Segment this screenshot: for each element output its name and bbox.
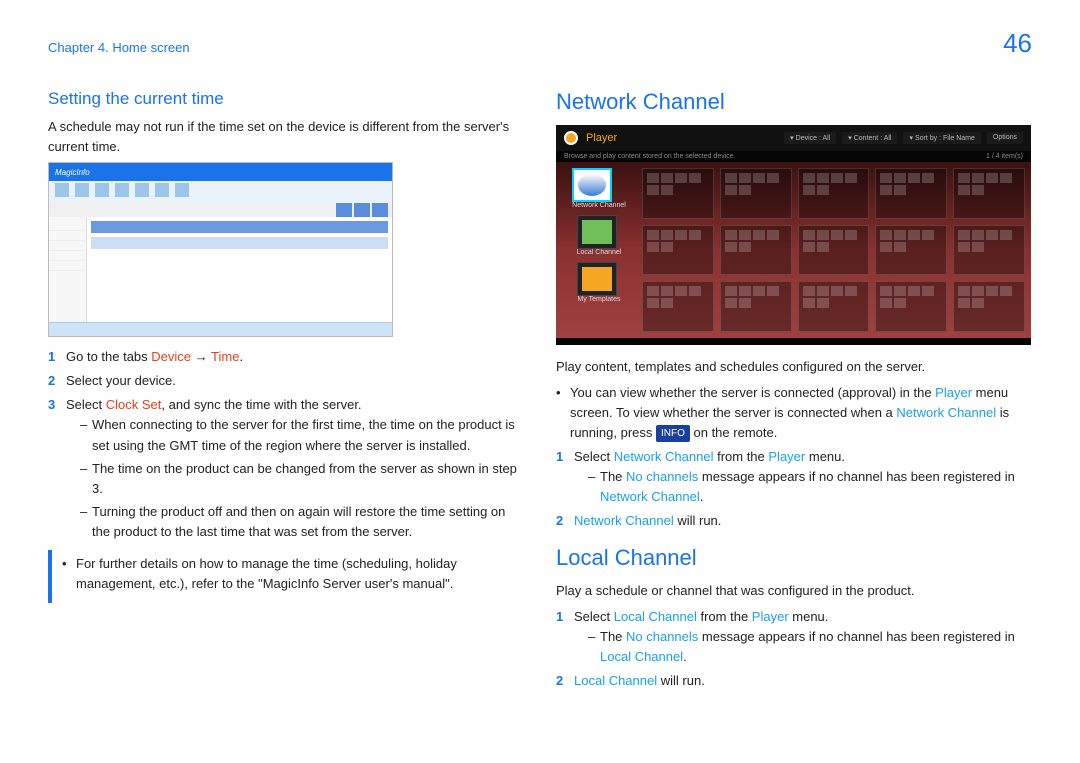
loc-step-2: Local Channel will run. <box>556 671 1032 691</box>
step-3: Select Clock Set, and sync the time with… <box>48 395 524 542</box>
loc-intro: Play a schedule or channel that was conf… <box>556 581 1032 601</box>
thumb-my-templates[interactable] <box>577 262 617 296</box>
chapter-label: Chapter 4. Home screen <box>48 40 190 55</box>
loc-step-1: Select Local Channel from the Player men… <box>556 607 1032 667</box>
net-step-2: Network Channel will run. <box>556 511 1032 531</box>
filter-content[interactable]: ▾ Content : All <box>842 132 897 144</box>
player-title: Player <box>586 132 617 144</box>
player-screenshot: Player ▾ Device : All ▾ Content : All ▾ … <box>556 125 1031 345</box>
note-callout: For further details on how to manage the… <box>48 550 524 602</box>
net-bullet-1: You can view whether the server is conne… <box>556 383 1032 443</box>
magicinfo-screenshot: MagicInfo <box>48 162 393 337</box>
info-badge: INFO <box>656 425 690 443</box>
player-icon <box>564 131 578 145</box>
filter-sort[interactable]: ▾ Sort by : File Name <box>903 132 980 144</box>
net-step-1: Select Network Channel from the Player m… <box>556 447 1032 507</box>
page-number: 46 <box>1003 28 1032 59</box>
step-2: Select your device. <box>48 371 524 391</box>
heading-local-channel: Local Channel <box>556 545 1032 571</box>
step-1: Go to the tabs Device → Time. <box>48 347 524 367</box>
options-button[interactable]: Options <box>987 132 1023 144</box>
net-intro: Play content, templates and schedules co… <box>556 357 1032 377</box>
thumb-local-channel[interactable] <box>577 215 617 249</box>
heading-network-channel: Network Channel <box>556 89 1032 115</box>
intro-text: A schedule may not run if the time set o… <box>48 117 524 156</box>
step-3-sub-1: When connecting to the server for the fi… <box>80 415 524 455</box>
heading-setting-time: Setting the current time <box>48 89 524 109</box>
step-3-sub-2: The time on the product can be changed f… <box>80 459 524 499</box>
loc-step-1-sub: The No channels message appears if no ch… <box>588 627 1032 667</box>
thumb-network-channel[interactable] <box>572 168 612 202</box>
net-step-1-sub: The No channels message appears if no ch… <box>588 467 1032 507</box>
step-3-sub-3: Turning the product off and then on agai… <box>80 502 524 542</box>
filter-device[interactable]: ▾ Device : All <box>784 132 836 144</box>
